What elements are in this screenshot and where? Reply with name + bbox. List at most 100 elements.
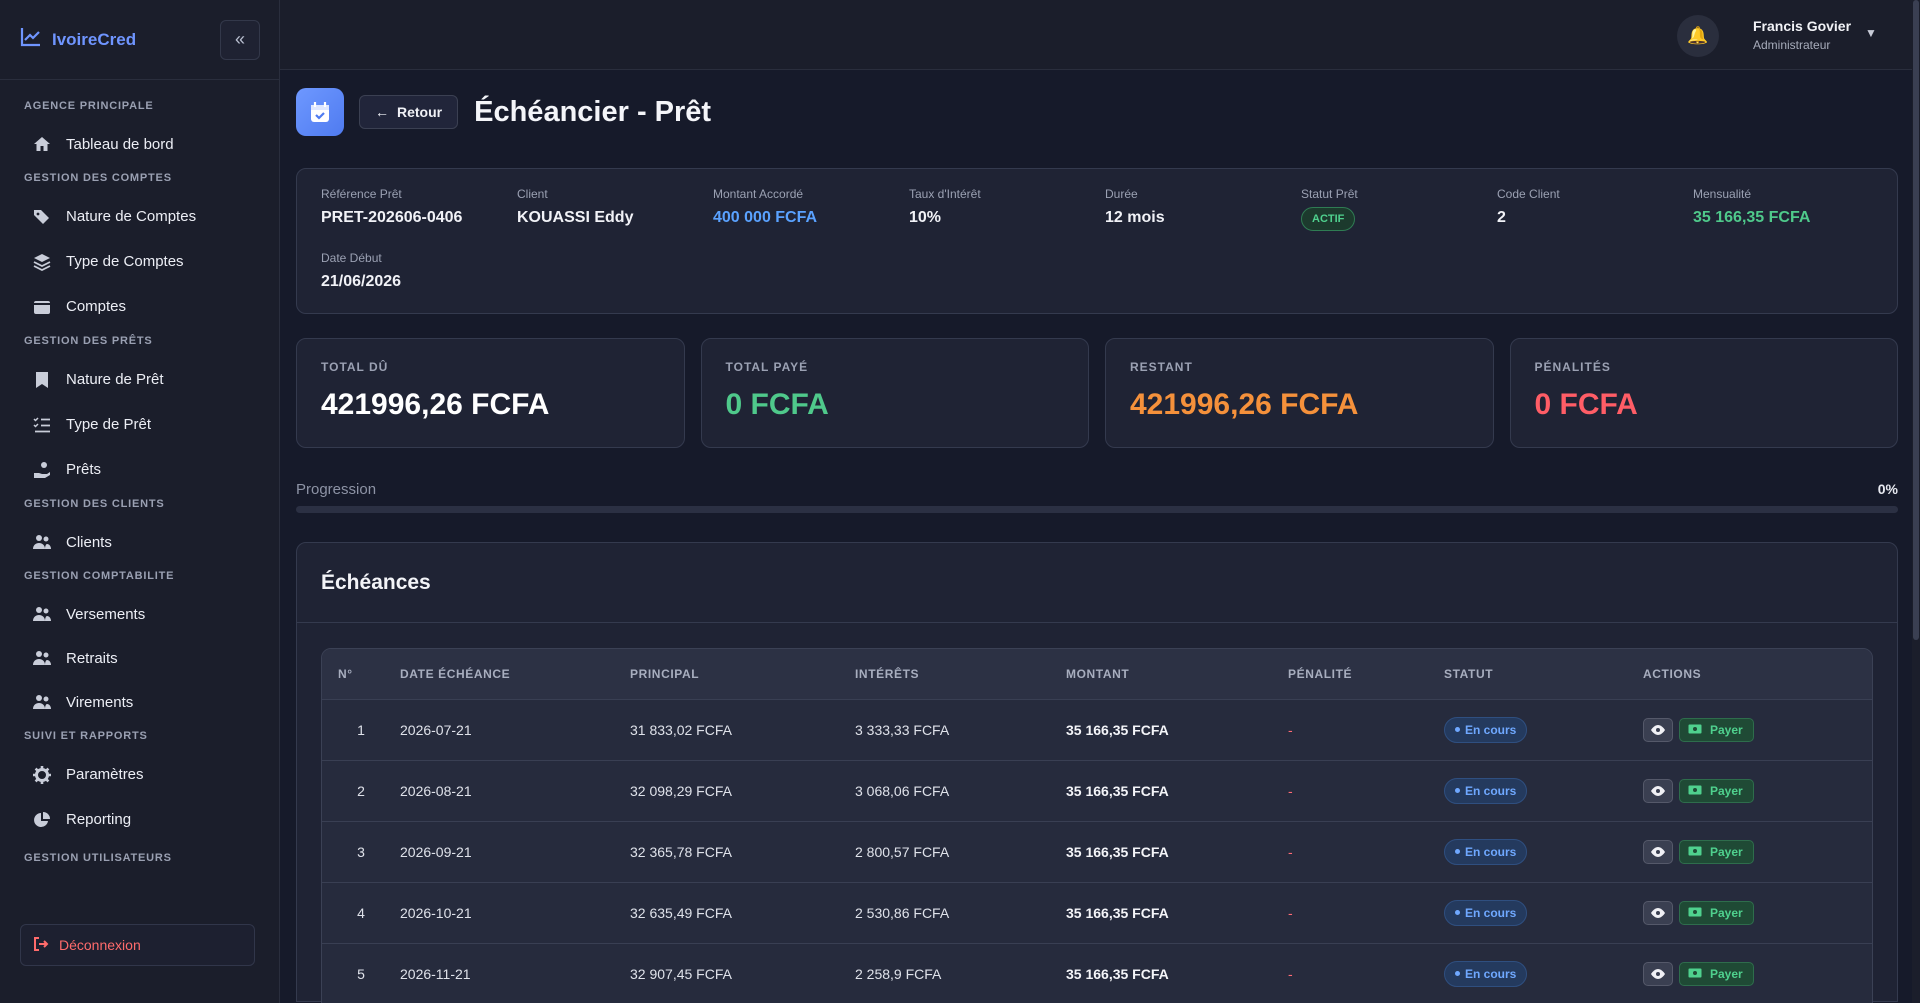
brand-name: IvoireCred <box>52 29 137 49</box>
eye-icon <box>1651 905 1665 921</box>
eye-icon <box>1651 966 1665 982</box>
view-button[interactable] <box>1643 961 1673 986</box>
stat-value: 421996,26 FCFA <box>1130 388 1359 421</box>
cell-montant: 35 166,35 FCFA <box>1066 820 1288 882</box>
info-label: Montant Accordé <box>713 187 804 201</box>
view-button[interactable] <box>1643 778 1673 803</box>
cell-statut: En cours <box>1444 881 1643 943</box>
cell-principal: 31 833,02 FCFA <box>630 698 855 760</box>
sidebar-item-type-de-comptes[interactable]: Type de Comptes <box>22 239 259 284</box>
info-label: Client <box>517 187 548 201</box>
eye-icon <box>1651 783 1665 799</box>
tags-icon <box>32 207 52 227</box>
pay-label: Payer <box>1710 905 1743 920</box>
table-row: 5 2026-11-21 32 907,45 FCFA 2 258,9 FCFA… <box>322 942 1872 1003</box>
sidebar-item-parametres[interactable]: Paramètres <box>22 752 259 797</box>
arrow-left-icon: ← <box>375 104 389 120</box>
sidebar-item-label: Retraits <box>66 649 118 667</box>
calendar-check-icon <box>296 88 344 136</box>
view-button[interactable] <box>1643 717 1673 742</box>
main-scrollbar[interactable] <box>1912 0 1920 1003</box>
sidebar-item-label: Paramètres <box>66 766 144 783</box>
pie-chart-icon <box>32 810 52 830</box>
cell-penalite: - <box>1288 942 1444 1003</box>
status-label: En cours <box>1465 905 1517 920</box>
column-header: N° <box>322 649 400 699</box>
info-value: 35 166,35 FCFA <box>1693 209 1811 226</box>
pay-label: Payer <box>1710 966 1743 981</box>
table-header-row: N° DATE ÉCHÉANCE PRINCIPAL INTÉRÊTS MONT… <box>322 649 1872 699</box>
view-button[interactable] <box>1643 900 1673 925</box>
layers-icon <box>32 252 52 272</box>
info-value: 21/06/2026 <box>321 273 402 290</box>
progress-percent: 0% <box>1877 481 1898 497</box>
sidebar-item-nature-de-pret[interactable]: Nature de Prêt <box>22 357 259 402</box>
stat-card-total-paye: TOTAL PAYÉ 0 FCFA <box>700 338 1089 448</box>
progress-label: Progression <box>296 481 377 498</box>
cell-interets: 3 068,06 FCFA <box>855 759 1066 821</box>
status-dot <box>1455 910 1460 915</box>
sidebar-item-versements[interactable]: Versements <box>22 592 259 636</box>
sidebar-item-type-de-pret[interactable]: Type de Prêt <box>22 402 259 447</box>
user-menu[interactable]: Francis Govier Administrateur <box>1753 18 1851 52</box>
cell-number: 3 <box>322 820 400 882</box>
cell-principal: 32 098,29 FCFA <box>630 759 855 821</box>
sidebar-item-label: Versements <box>66 605 146 623</box>
caret-down-icon[interactable]: ▼ <box>1865 26 1877 40</box>
cell-montant: 35 166,35 FCFA <box>1066 942 1288 1003</box>
sidebar-item-nature-de-comptes[interactable]: Nature de Comptes <box>22 194 259 239</box>
user-name: Francis Govier <box>1753 18 1852 34</box>
sidebar: IvoireCred « AGENCE PRINCIPALE Tableau d… <box>0 0 280 1003</box>
table-row: 4 2026-10-21 32 635,49 FCFA 2 530,86 FCF… <box>322 881 1872 943</box>
stat-value: 0 FCFA <box>725 388 829 421</box>
status-badge: En cours <box>1444 716 1528 743</box>
pay-label: Payer <box>1710 844 1743 859</box>
cell-montant: 35 166,35 FCFA <box>1066 759 1288 821</box>
sidebar-item-virements[interactable]: Virements <box>22 680 259 724</box>
brand[interactable]: IvoireCred <box>20 27 136 52</box>
collapse-sidebar-button[interactable]: « <box>220 19 260 60</box>
bell-icon: 🔔 <box>1687 26 1709 45</box>
topbar: 🔔 Francis Govier Administrateur ▼ <box>280 0 1920 70</box>
users-icon <box>32 648 52 668</box>
cell-date: 2026-11-21 <box>400 942 630 1003</box>
cell-number: 4 <box>322 881 400 943</box>
notifications-button[interactable]: 🔔 <box>1677 15 1719 57</box>
logout-wrapper: Déconnexion <box>20 924 255 966</box>
cell-date: 2026-07-21 <box>400 698 630 760</box>
status-label: En cours <box>1465 722 1517 737</box>
stat-label: PÉNALITÉS <box>1534 360 1611 374</box>
sidebar-item-retraits[interactable]: Retraits <box>22 636 259 680</box>
echeances-card: Échéances N° DATE ÉCHÉANCE PRINCIPAL INT… <box>296 542 1898 1003</box>
sidebar-item-prets[interactable]: Prêts <box>22 447 259 492</box>
view-button[interactable] <box>1643 839 1673 864</box>
table-row: 1 2026-07-21 31 833,02 FCFA 3 333,33 FCF… <box>322 698 1872 760</box>
cell-interets: 2 258,9 FCFA <box>855 942 1066 1003</box>
pay-button[interactable]: Payer <box>1679 900 1754 925</box>
pay-button[interactable]: Payer <box>1679 839 1754 864</box>
cell-actions: Payer <box>1643 759 1872 821</box>
pay-button[interactable]: Payer <box>1679 778 1754 803</box>
status-dot <box>1455 971 1460 977</box>
pay-button[interactable]: Payer <box>1679 961 1754 986</box>
sidebar-item-reporting[interactable]: Reporting <box>22 797 259 842</box>
pay-button[interactable]: Payer <box>1679 717 1754 742</box>
cell-principal: 32 907,45 FCFA <box>630 942 855 1003</box>
scrollbar-thumb[interactable] <box>1913 0 1919 640</box>
cell-penalite: - <box>1288 820 1444 882</box>
eye-icon <box>1651 722 1665 738</box>
info-label: Durée <box>1105 187 1138 201</box>
sidebar-item-tableau-de-bord[interactable]: Tableau de bord <box>22 122 259 166</box>
sidebar-item-clients[interactable]: Clients <box>22 520 259 564</box>
chart-line-icon <box>20 27 42 52</box>
cell-statut: En cours <box>1444 820 1643 882</box>
sidebar-item-comptes[interactable]: Comptes <box>22 284 259 329</box>
schedule-table-wrapper: N° DATE ÉCHÉANCE PRINCIPAL INTÉRÊTS MONT… <box>321 648 1873 1003</box>
cell-actions: Payer <box>1643 881 1872 943</box>
logout-button[interactable]: Déconnexion <box>20 924 255 966</box>
column-header: STATUT <box>1444 649 1643 699</box>
cell-penalite: - <box>1288 698 1444 760</box>
info-field-date-debut: Date Début 21/06/2026 <box>321 251 517 291</box>
cell-interets: 2 530,86 FCFA <box>855 881 1066 943</box>
back-button[interactable]: ← Retour <box>359 95 459 129</box>
